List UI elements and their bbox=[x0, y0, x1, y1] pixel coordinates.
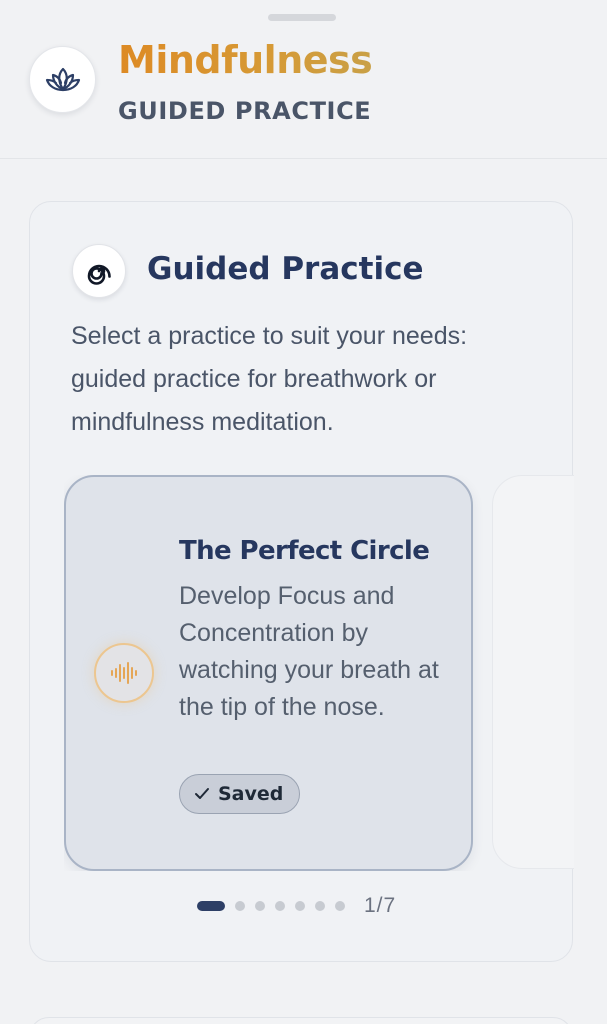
saved-badge[interactable]: Saved bbox=[179, 774, 301, 814]
section-description: Select a practice to suit your needs: gu… bbox=[71, 322, 468, 436]
app-screen: Mindfulness GUIDED PRACTICE Guided Pract… bbox=[0, 0, 607, 1024]
practice-card[interactable]: The Perfect Circle Develop Focus and Con… bbox=[64, 475, 473, 871]
page-dot[interactable] bbox=[335, 901, 345, 911]
section-title: Guided Practice bbox=[147, 251, 424, 287]
guided-practice-card: Guided Practice Select a practice to sui… bbox=[29, 201, 574, 962]
page-counter: 1/7 bbox=[364, 894, 397, 917]
page-subtitle: GUIDED PRACTICE bbox=[118, 97, 372, 125]
practice-title: The Perfect Circle bbox=[179, 536, 430, 566]
header: Mindfulness GUIDED PRACTICE bbox=[0, 0, 607, 159]
practice-carousel[interactable]: The Perfect Circle Develop Focus and Con… bbox=[64, 475, 574, 871]
saved-label: Saved bbox=[218, 783, 284, 805]
page-title: Mindfulness bbox=[118, 38, 373, 82]
lotus-icon[interactable] bbox=[29, 46, 96, 113]
spiral-icon bbox=[72, 244, 126, 298]
next-section-card bbox=[29, 1017, 573, 1024]
page-dot[interactable] bbox=[295, 901, 305, 911]
next-practice-card[interactable] bbox=[492, 475, 574, 869]
carousel-pagination: 1/7 bbox=[197, 894, 397, 917]
page-dot[interactable] bbox=[315, 901, 325, 911]
page-dot-active[interactable] bbox=[197, 901, 225, 911]
page-dot[interactable] bbox=[235, 901, 245, 911]
audio-wave-icon[interactable] bbox=[94, 643, 154, 703]
page-dot[interactable] bbox=[255, 901, 265, 911]
practice-description: Develop Focus and Concentration by watch… bbox=[179, 582, 439, 721]
checkmark-icon bbox=[194, 785, 210, 804]
page-dot[interactable] bbox=[275, 901, 285, 911]
